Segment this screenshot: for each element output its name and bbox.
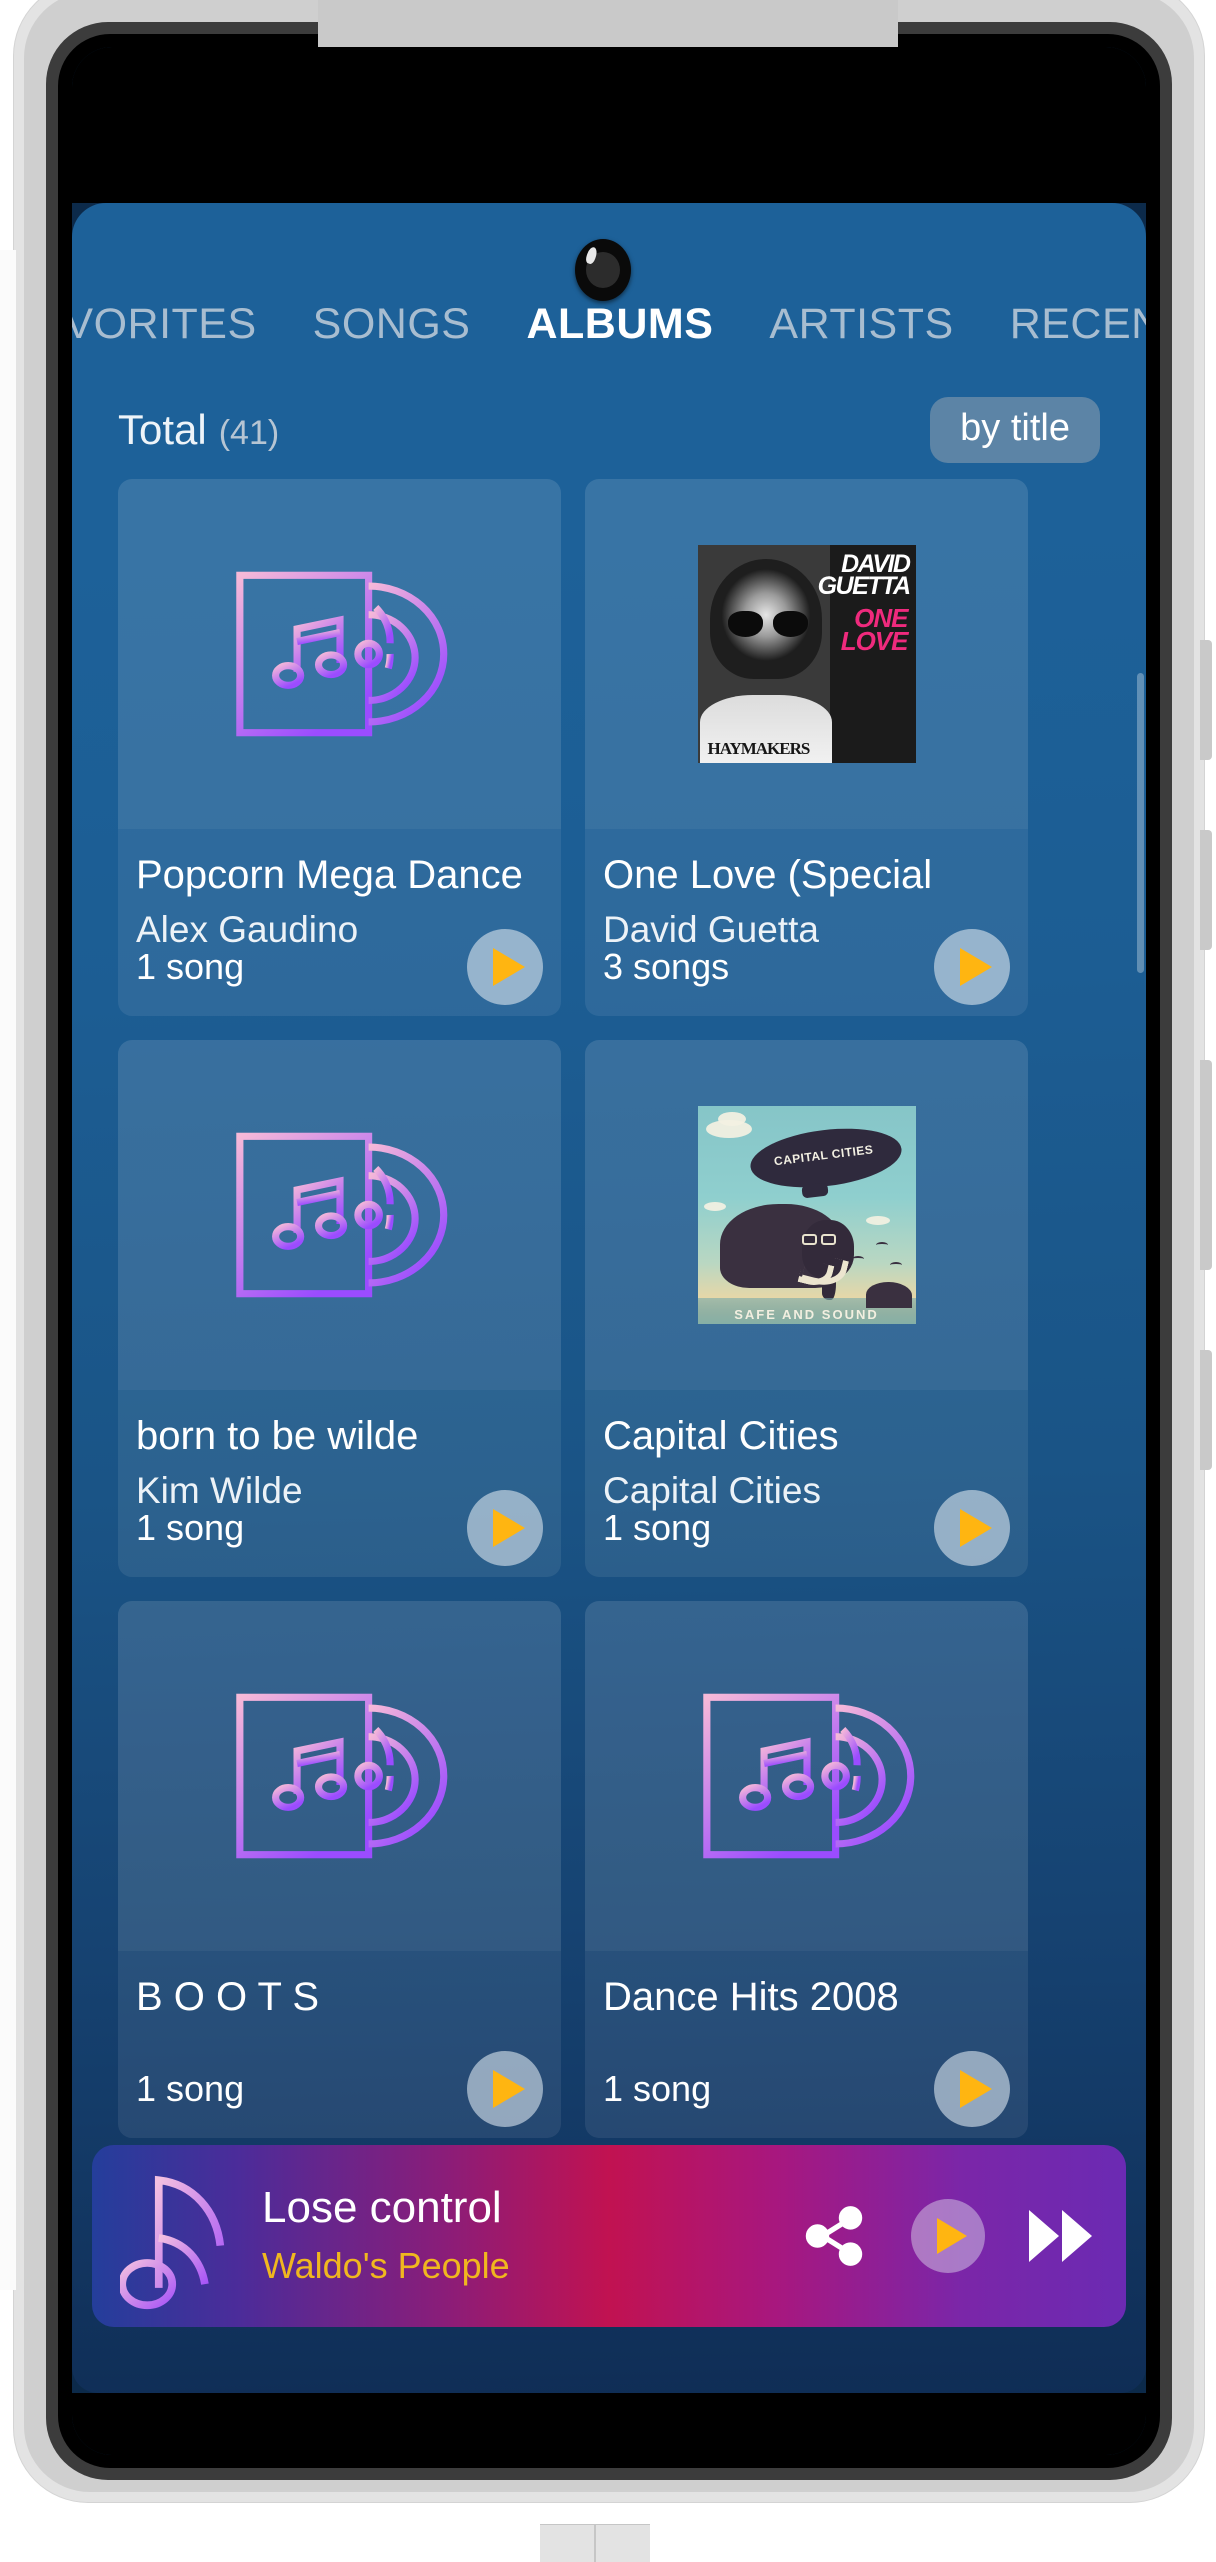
album-meta: 1 song <box>585 1485 1028 1577</box>
song-count: 3 songs <box>603 946 730 987</box>
album-card[interactable]: 1 song Popcorn Mega Dance Alex Gaudino <box>118 479 561 1016</box>
album-cover-image: CAPITAL CITIES SAFE AND SOUND <box>697 1106 916 1324</box>
song-count: 1 song <box>136 1507 245 1548</box>
play-icon[interactable] <box>934 2051 1010 2127</box>
album-card[interactable]: HAYMAKERS DAVID GUETTA ONE LOVE 3 songs … <box>585 479 1028 1016</box>
album-title: born to be wilde <box>136 1414 419 1458</box>
now-playing-artist: Waldo's People <box>262 2245 510 2287</box>
total-group: Total (41) <box>118 406 279 454</box>
album-title: Dance Hits 2008 <box>603 1975 899 2019</box>
tab-songs[interactable]: SONGS <box>285 287 499 361</box>
album-meta: 1 song <box>118 2046 561 2138</box>
album-art <box>118 479 561 829</box>
tab-artists[interactable]: ARTISTS <box>741 287 981 361</box>
cover-artist-line2: GUETTA <box>817 572 911 600</box>
album-title: Popcorn Mega Dance <box>136 853 523 897</box>
play-icon[interactable] <box>934 1490 1010 1566</box>
fast-forward-icon[interactable] <box>1029 2210 1092 2262</box>
song-count: 1 song <box>136 2068 245 2109</box>
album-card[interactable]: CAPITAL CITIES SAFE AND SOUND 1 song Cap… <box>585 1040 1028 1577</box>
page-root: FAVORITES SONGS ALBUMS ARTISTS RECENT To… <box>0 0 1216 2562</box>
total-label: Total <box>118 406 207 453</box>
sort-button[interactable]: by title <box>930 397 1100 463</box>
phone-bottom-port <box>540 2524 650 2562</box>
volume-button[interactable] <box>1200 1060 1212 1270</box>
album-placeholder-icon <box>235 571 447 737</box>
album-title: B O O T S <box>136 1975 320 2019</box>
share-icon[interactable] <box>801 2203 867 2269</box>
album-art <box>118 1601 561 1951</box>
album-card[interactable]: 1 song born to be wilde Kim Wilde <box>118 1040 561 1577</box>
power-button[interactable] <box>1200 1350 1212 1470</box>
cover-title-love: LOVE <box>840 626 909 657</box>
album-title: One Love (Special <box>603 853 933 897</box>
phone-screen: FAVORITES SONGS ALBUMS ARTISTS RECENT To… <box>72 47 1146 2455</box>
total-count: (41) <box>218 414 280 452</box>
album-meta: 1 song <box>585 2046 1028 2138</box>
side-button-1[interactable] <box>1200 640 1212 760</box>
song-count: 1 song <box>603 1507 712 1548</box>
player-controls <box>801 2199 1092 2273</box>
front-camera-icon <box>575 239 631 301</box>
play-icon[interactable] <box>467 929 543 1005</box>
music-note-icon <box>120 2175 225 2310</box>
screen-black-bottom <box>72 2393 1146 2455</box>
tab-favorites[interactable]: FAVORITES <box>72 287 285 361</box>
now-playing-text: Lose control Waldo's People <box>262 2182 801 2287</box>
album-art <box>118 1040 561 1390</box>
song-count: 1 song <box>603 2068 712 2109</box>
tab-recent[interactable]: RECENT <box>982 287 1146 361</box>
tab-albums[interactable]: ALBUMS <box>498 287 741 361</box>
album-placeholder-icon <box>235 1693 447 1859</box>
now-playing-bar[interactable]: Lose control Waldo's People <box>92 2145 1126 2327</box>
side-button-2[interactable] <box>1200 830 1212 950</box>
album-placeholder-icon <box>702 1693 914 1859</box>
music-app: FAVORITES SONGS ALBUMS ARTISTS RECENT To… <box>72 203 1146 2393</box>
scrollbar[interactable] <box>1137 673 1144 973</box>
play-icon[interactable] <box>934 929 1010 1005</box>
page-background-sliver <box>0 250 16 2290</box>
album-card[interactable]: 1 song B O O T S <box>118 1601 561 2138</box>
album-grid: 1 song Popcorn Mega Dance Alex Gaudino H… <box>72 479 1146 2138</box>
album-meta: 3 songs <box>585 924 1028 1016</box>
album-art <box>585 1601 1028 1951</box>
album-meta: 1 song <box>118 924 561 1016</box>
screen-black-top <box>72 47 1146 203</box>
album-meta: 1 song <box>118 1485 561 1577</box>
album-art: CAPITAL CITIES SAFE AND SOUND <box>585 1040 1028 1390</box>
album-cover-image: HAYMAKERS DAVID GUETTA ONE LOVE <box>697 545 916 763</box>
album-card[interactable]: 1 song Dance Hits 2008 <box>585 1601 1028 2138</box>
cover-shirt-text: HAYMAKERS <box>707 739 811 758</box>
play-icon[interactable] <box>911 2199 985 2273</box>
album-placeholder-icon <box>235 1132 447 1298</box>
now-playing-title: Lose control <box>262 2182 502 2232</box>
song-count: 1 song <box>136 946 245 987</box>
cover-caption: SAFE AND SOUND <box>734 1307 879 1322</box>
cover-blimp-text: CAPITAL CITIES <box>772 1142 874 1169</box>
play-icon[interactable] <box>467 2051 543 2127</box>
album-title: Capital Cities <box>603 1414 839 1458</box>
play-icon[interactable] <box>467 1490 543 1566</box>
album-art: HAYMAKERS DAVID GUETTA ONE LOVE <box>585 479 1028 829</box>
list-header: Total (41) by title <box>72 387 1146 473</box>
